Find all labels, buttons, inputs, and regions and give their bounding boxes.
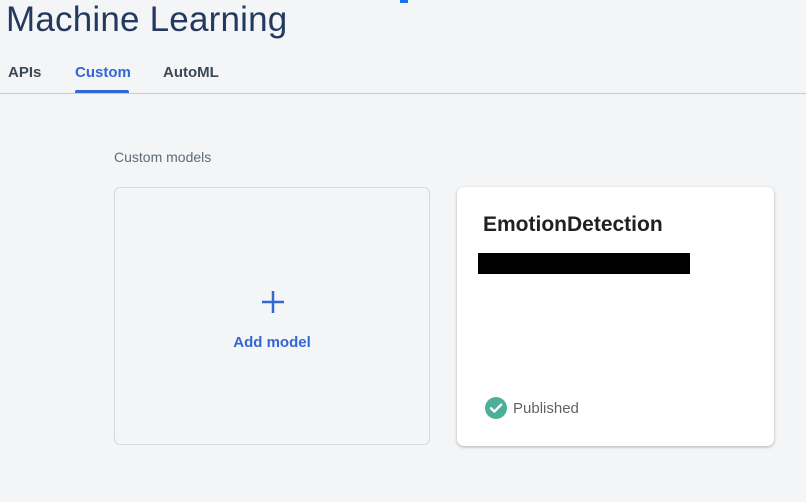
custom-models-label: Custom models [114, 149, 212, 165]
status-label: Published [513, 399, 579, 417]
model-name: EmotionDetection [483, 213, 663, 236]
top-accent-line [400, 0, 408, 3]
tab-apis[interactable]: APIs [8, 64, 41, 81]
page-title: Machine Learning [6, 0, 288, 39]
add-model-card[interactable]: Add model [114, 187, 430, 445]
model-card[interactable]: EmotionDetection Published [457, 187, 774, 446]
check-circle-icon [485, 397, 507, 419]
active-tab-indicator [75, 90, 129, 93]
model-status: Published [485, 397, 579, 419]
tab-automl[interactable]: AutoML [163, 64, 219, 81]
redacted-bar [478, 253, 690, 274]
tab-bar: APIs Custom AutoML [0, 50, 806, 94]
add-model-label: Add model [233, 334, 311, 351]
tab-custom[interactable]: Custom [75, 64, 131, 81]
plus-icon [262, 291, 284, 313]
